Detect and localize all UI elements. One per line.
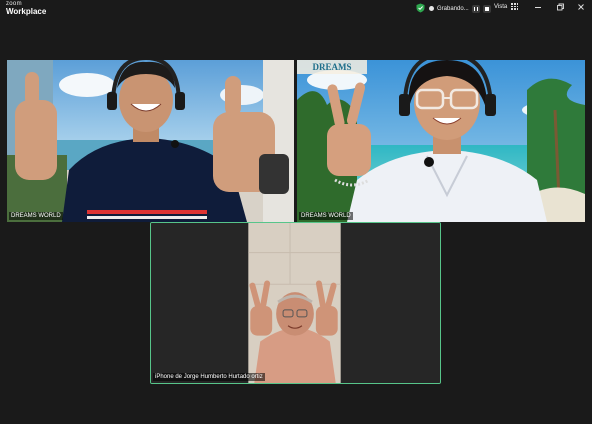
zoom-workplace-logo: zoom Workplace xyxy=(6,1,46,16)
participant-video-2: DREAMS xyxy=(297,60,585,222)
pause-recording-button[interactable] xyxy=(471,4,480,13)
close-icon[interactable] xyxy=(576,2,586,12)
participant-name-label: DREAMS WORLD xyxy=(299,212,353,220)
view-label: Vista xyxy=(494,3,508,10)
logo-bottom-text: Workplace xyxy=(6,7,47,16)
shield-check-icon[interactable] xyxy=(416,3,425,13)
background-sign-text: DREAMS xyxy=(312,62,351,72)
video-tile-3-active-speaker[interactable]: iPhone de Jorge Humberto Hurtado ortiz xyxy=(150,222,441,384)
stop-icon xyxy=(484,6,489,11)
recording-label: Grabando... xyxy=(437,5,469,12)
participant-name-label: DREAMS WORLD xyxy=(9,212,63,220)
title-bar: zoom Workplace Grabando... Vista xyxy=(0,0,592,17)
participant-video-3 xyxy=(151,223,440,383)
recording-indicator: Grabando... xyxy=(429,3,491,14)
pause-icon xyxy=(473,6,478,11)
video-tile-1[interactable]: DREAMS WORLD xyxy=(7,60,294,222)
minimize-icon[interactable] xyxy=(533,2,543,12)
video-tile-2[interactable]: DREAMS DREAMS WORLD xyxy=(297,60,585,222)
view-button[interactable]: Vista xyxy=(494,3,519,10)
participant-video-1 xyxy=(7,60,294,222)
stop-recording-button[interactable] xyxy=(482,4,491,13)
record-dot-icon xyxy=(429,6,434,11)
grid-view-icon xyxy=(511,3,519,10)
restore-icon[interactable] xyxy=(555,2,565,12)
participant-name-label: iPhone de Jorge Humberto Hurtado ortiz xyxy=(153,373,265,381)
